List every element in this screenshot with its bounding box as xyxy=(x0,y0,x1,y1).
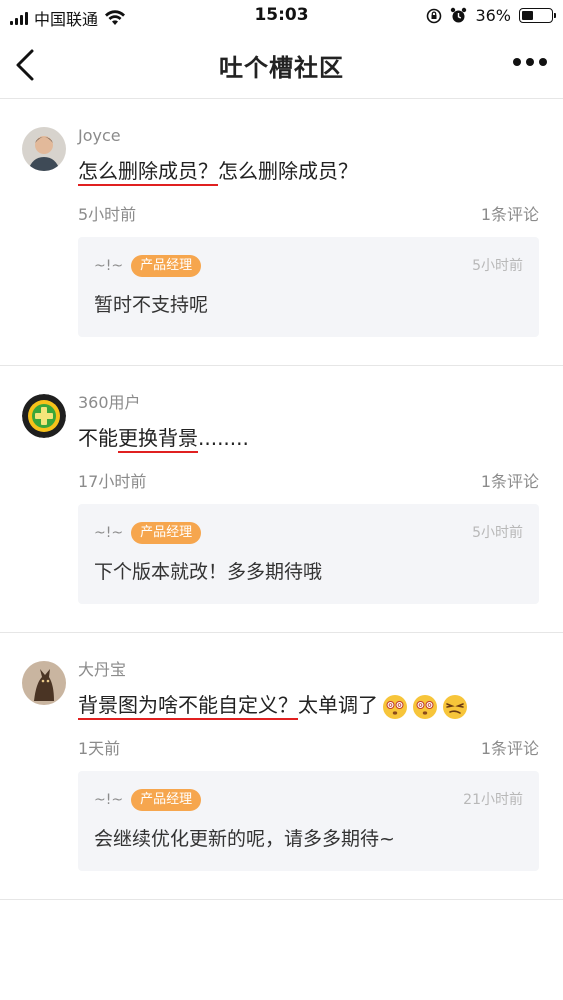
reply-time: 21小时前 xyxy=(463,792,523,808)
avatar[interactable] xyxy=(22,661,66,705)
post-body: 大丹宝 背景图为啥不能自定义？太单调了 1天前 1条评论 ~!~ 产品经理 21… xyxy=(78,659,539,871)
post-text[interactable]: 怎么删除成员？怎么删除成员？ xyxy=(78,155,539,187)
rotation-lock-icon xyxy=(427,8,442,23)
role-badge: 产品经理 xyxy=(131,789,202,811)
role-badge: 产品经理 xyxy=(131,522,202,544)
comment-count[interactable]: 1条评论 xyxy=(481,735,539,759)
reply-text: 暂时不支持呢 xyxy=(94,294,209,316)
post-username[interactable]: 360用户 xyxy=(78,392,539,414)
post-username[interactable]: Joyce xyxy=(78,125,539,147)
squinting-face-emoji xyxy=(443,694,467,719)
post-text[interactable]: 不能更换背景........ xyxy=(78,422,539,454)
reply-card[interactable]: ~!~ 产品经理 21小时前 会继续优化更新的呢，请多多期待~ xyxy=(78,771,539,871)
post-item[interactable]: Joyce 怎么删除成员？怎么删除成员？ 5小时前 1条评论 ~!~ 产品经理 … xyxy=(0,99,563,366)
dizzy-face-emoji xyxy=(383,694,407,719)
reply-card[interactable]: ~!~ 产品经理 5小时前 暂时不支持呢 xyxy=(78,237,539,337)
post-meta: 1天前 1条评论 xyxy=(78,735,539,759)
post-text-underlined: 背景图为啥不能自定义？ xyxy=(78,693,298,720)
reply-text: 会继续优化更新的呢，请多多期待~ xyxy=(94,828,395,850)
status-bar: 中国联通 15:03 36% xyxy=(0,0,563,32)
more-dots-icon[interactable] xyxy=(513,58,547,66)
post-meta: 5小时前 1条评论 xyxy=(78,201,539,225)
battery-percent: 36% xyxy=(475,6,511,25)
battery-icon xyxy=(519,8,556,23)
comment-count[interactable]: 1条评论 xyxy=(481,201,539,225)
avatar[interactable] xyxy=(22,394,66,438)
post-text-rest: 太单调了 xyxy=(298,693,378,717)
reply-username: ~!~ xyxy=(94,525,124,541)
role-badge: 产品经理 xyxy=(131,255,202,277)
reply-username: ~!~ xyxy=(94,258,124,274)
post-time: 17小时前 xyxy=(78,472,147,491)
post-item[interactable]: 360用户 不能更换背景........ 17小时前 1条评论 ~!~ 产品经理… xyxy=(0,366,563,633)
post-time: 1天前 xyxy=(78,739,121,758)
reply-time: 5小时前 xyxy=(472,258,523,274)
alarm-icon xyxy=(451,7,467,23)
post-item[interactable]: 大丹宝 背景图为啥不能自定义？太单调了 1天前 1条评论 ~!~ 产品经理 21… xyxy=(0,633,563,900)
post-username[interactable]: 大丹宝 xyxy=(78,659,539,681)
post-text[interactable]: 背景图为啥不能自定义？太单调了 xyxy=(78,689,539,721)
nav-bar: 吐个槽社区 xyxy=(0,32,563,99)
page-title: 吐个槽社区 xyxy=(219,54,344,82)
post-meta: 17小时前 1条评论 xyxy=(78,468,539,492)
post-text-before: 不能 xyxy=(78,426,118,450)
reply-header: ~!~ 产品经理 xyxy=(94,520,523,546)
post-text-underlined: 更换背景 xyxy=(118,426,198,453)
post-text-rest: 怎么删除成员？ xyxy=(218,159,358,183)
reply-username: ~!~ xyxy=(94,792,124,808)
post-time: 5小时前 xyxy=(78,205,137,224)
reply-header: ~!~ 产品经理 xyxy=(94,787,523,813)
avatar[interactable] xyxy=(22,127,66,171)
post-text-rest: ........ xyxy=(198,426,249,450)
post-body: Joyce 怎么删除成员？怎么删除成员？ 5小时前 1条评论 ~!~ 产品经理 … xyxy=(78,125,539,337)
post-body: 360用户 不能更换背景........ 17小时前 1条评论 ~!~ 产品经理… xyxy=(78,392,539,604)
reply-header: ~!~ 产品经理 xyxy=(94,253,523,279)
comment-count[interactable]: 1条评论 xyxy=(481,468,539,492)
reply-card[interactable]: ~!~ 产品经理 5小时前 下个版本就改！多多期待哦 xyxy=(78,504,539,604)
dizzy-face-emoji xyxy=(413,694,437,719)
reply-text: 下个版本就改！多多期待哦 xyxy=(94,561,323,583)
post-text-underlined: 怎么删除成员？ xyxy=(78,159,218,186)
status-bar-right: 36% xyxy=(426,6,556,25)
reply-time: 5小时前 xyxy=(472,525,523,541)
